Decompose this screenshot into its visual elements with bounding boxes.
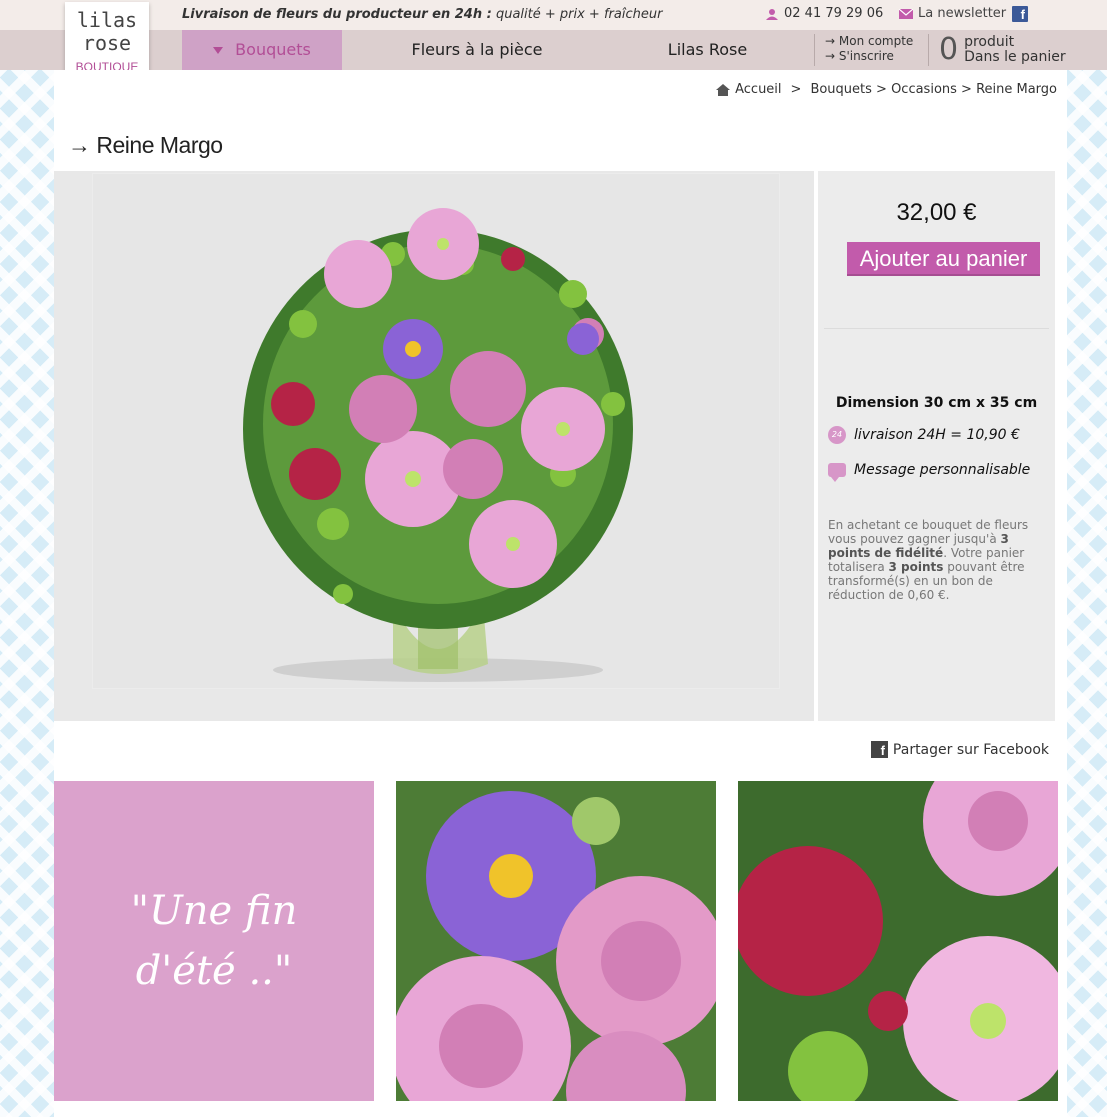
phone-number: 02 41 79 29 06	[784, 6, 884, 21]
delivery-info: 24 livraison 24H = 10,90 €	[828, 426, 1020, 444]
user-icon	[766, 8, 778, 20]
facebook-icon[interactable]: f	[1012, 6, 1028, 22]
gallery: "Une fin d'été .."	[54, 781, 1058, 1101]
product-price: 32,00 €	[896, 199, 977, 226]
phone-contact[interactable]: 02 41 79 29 06	[766, 6, 883, 21]
breadcrumb-home[interactable]: Accueil	[735, 82, 781, 97]
share-label: Partager sur Facebook	[892, 741, 1049, 758]
product-info-panel: 32,00 € Ajouter au panier Dimension 30 c…	[818, 171, 1055, 721]
register-link[interactable]: → S'inscrire	[825, 49, 913, 64]
bouquet-illustration	[243, 208, 633, 682]
quote-text: "Une fin d'été .."	[130, 888, 298, 994]
product-photo[interactable]	[92, 173, 780, 689]
breadcrumb-separator: >	[790, 82, 802, 97]
speech-bubble-icon	[828, 463, 846, 482]
product-photo-panel	[54, 171, 814, 721]
gallery-photo[interactable]	[396, 781, 716, 1101]
logo-line2: rose	[82, 31, 132, 55]
delivery-label: livraison 24H = 10,90 €	[854, 427, 1020, 443]
caret-down-icon	[213, 47, 224, 54]
cart-summary[interactable]: 0 produit Dans le panier	[928, 34, 1066, 66]
account-links: → Mon compte → S'inscrire	[814, 34, 913, 66]
message-label: Message personnalisable	[854, 462, 1031, 478]
share-facebook[interactable]: f Partager sur Facebook	[870, 741, 1049, 758]
timer-icon: 24	[828, 426, 846, 444]
add-to-cart-button[interactable]: Ajouter au panier	[847, 242, 1040, 276]
breadcrumb-path[interactable]: Bouquets > Occasions > Reine Margo	[810, 82, 1057, 97]
newsletter-label: La newsletter	[918, 6, 1007, 21]
nav-fleurs-a-la-piece[interactable]: Fleurs à la pièce	[392, 30, 562, 70]
loyalty-info: En achetant ce bouquet de fleurs vous po…	[828, 518, 1029, 602]
message-info: Message personnalisable	[828, 462, 1031, 482]
cart-line2: Dans le panier	[964, 49, 1066, 65]
tagline: Livraison de fleurs du producteur en 24h…	[182, 7, 663, 22]
cart-count: 0	[939, 32, 959, 67]
home-icon	[716, 83, 731, 96]
main-content: Accueil > Bouquets > Occasions > Reine M…	[54, 70, 1067, 1117]
cart-line1: produit	[964, 34, 1015, 50]
gallery-photo[interactable]	[738, 781, 1058, 1101]
nav-bouquets[interactable]: Bouquets	[182, 30, 342, 70]
flower-closeup-illustration	[396, 781, 716, 1101]
divider	[824, 328, 1049, 329]
flower-closeup-illustration	[738, 781, 1058, 1101]
top-bar: Livraison de fleurs du producteur en 24h…	[0, 0, 1107, 30]
nav-lilas-rose[interactable]: Lilas Rose	[640, 30, 775, 70]
newsletter-link[interactable]: La newsletter	[899, 6, 1006, 21]
quote-tile: "Une fin d'été .."	[54, 781, 374, 1101]
page-title: → Reine Margo	[68, 132, 223, 158]
product-dimension: Dimension 30 cm x 35 cm	[835, 395, 1038, 411]
envelope-icon	[899, 8, 913, 19]
facebook-icon: f	[870, 741, 888, 758]
breadcrumb: Accueil > Bouquets > Occasions > Reine M…	[716, 82, 1057, 97]
logo-line1: lilas	[76, 8, 138, 32]
my-account-link[interactable]: → Mon compte	[825, 34, 913, 49]
